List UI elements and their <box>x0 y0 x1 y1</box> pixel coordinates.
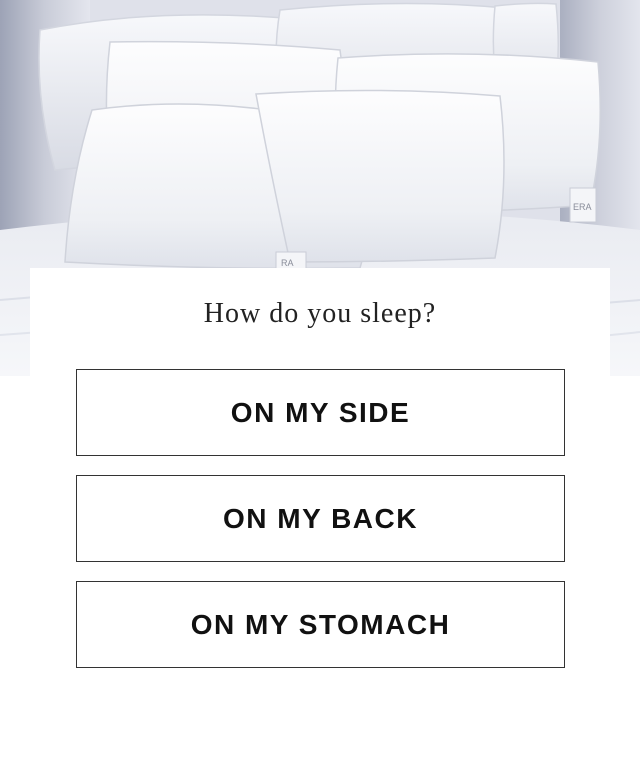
option-stomach-button[interactable]: ON MY STOMACH <box>76 581 565 668</box>
option-back-button[interactable]: ON MY BACK <box>76 475 565 562</box>
pillow-front-center <box>255 89 505 263</box>
pillow-tag-right: ERA <box>569 187 597 223</box>
option-side-button[interactable]: ON MY SIDE <box>76 369 565 456</box>
svg-text:RA: RA <box>281 258 294 268</box>
svg-text:ERA: ERA <box>573 202 592 212</box>
quiz-question: How do you sleep? <box>203 298 437 329</box>
